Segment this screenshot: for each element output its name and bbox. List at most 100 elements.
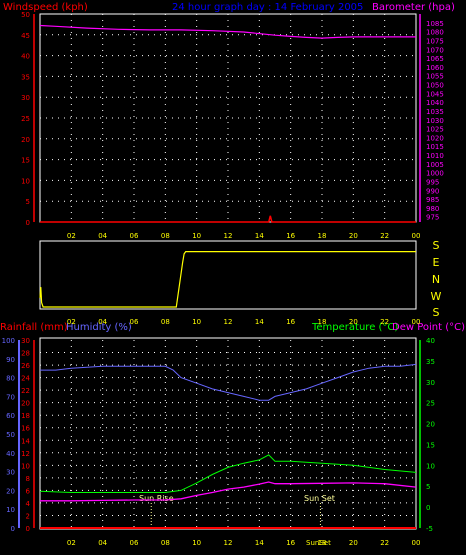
bottom-hour-tick-label: 00 xyxy=(412,539,421,547)
rainfall-axis-title: Rainfall (mm) xyxy=(0,322,68,333)
temperature-tick-label: 20 xyxy=(426,421,435,429)
direction-hour-tick-label: 16 xyxy=(286,318,295,326)
direction-label-n: N xyxy=(432,273,440,286)
humidity-tick-label: 100 xyxy=(2,337,15,345)
direction-series-line xyxy=(39,251,416,308)
barometer-tick-label: 1040 xyxy=(426,99,444,107)
direction-hour-tick-label: 06 xyxy=(130,318,139,326)
hour-tick-label: 02 xyxy=(67,232,76,240)
temperature-tick-label: 35 xyxy=(426,358,435,366)
direction-label-w: W xyxy=(431,290,442,303)
temperature-tick-label: 15 xyxy=(426,441,435,449)
hour-tick-label: 04 xyxy=(98,232,107,240)
windspeed-tick-label: 35 xyxy=(21,73,30,81)
barometer-tick-label: 1065 xyxy=(426,55,444,63)
barometer-tick-label: 1085 xyxy=(426,20,444,28)
barometer-tick-label: 1020 xyxy=(426,134,444,142)
rainfall-tick-label: 2 xyxy=(26,512,30,520)
direction-label-s-top: S xyxy=(433,239,440,252)
windspeed-tick-label: 25 xyxy=(21,115,30,123)
windspeed-tick-label: 0 xyxy=(26,219,30,227)
bottom-hour-tick-label: 02 xyxy=(67,539,76,547)
humidity-tick-label: 40 xyxy=(6,450,15,458)
temperature-tick-label: 0 xyxy=(426,504,430,512)
dewpoint-axis-title: Dew Point (°C) xyxy=(392,322,465,333)
barometer-tick-label: 1025 xyxy=(426,126,444,134)
hour-tick-label: 08 xyxy=(161,232,170,240)
barometer-tick-label: 1060 xyxy=(426,64,444,72)
top-panel-frame xyxy=(39,13,417,223)
rainfall-tick-label: 12 xyxy=(21,450,30,458)
humidity-tick-label: 60 xyxy=(6,412,15,420)
rainfall-tick-label: 0 xyxy=(26,525,30,533)
hour-tick-label: 16 xyxy=(286,232,295,240)
rainfall-tick-label: 18 xyxy=(21,412,30,420)
rainfall-tick-label: 6 xyxy=(26,487,31,495)
bottom-hour-tick-label: 14 xyxy=(255,539,264,547)
rainfall-tick-label: 24 xyxy=(21,375,30,383)
chart-title: 24 hour graph day : 14 February 2005 xyxy=(172,2,363,13)
direction-label-e: E xyxy=(433,256,440,269)
barometer-series-line xyxy=(39,24,416,39)
direction-hour-tick-label: 20 xyxy=(349,318,358,326)
rainfall-tick-label: 10 xyxy=(21,462,30,470)
bottom-hour-tick-label: 12 xyxy=(224,539,233,547)
direction-hour-tick-label: 12 xyxy=(224,318,233,326)
humidity-tick-label: 20 xyxy=(6,487,15,495)
windspeed-axis-title: Windspeed (kph) xyxy=(3,2,88,13)
rainfall-tick-label: 16 xyxy=(21,425,30,433)
barometer-tick-label: 1000 xyxy=(426,170,444,178)
direction-label-s-bottom: S xyxy=(433,306,440,319)
hour-tick-label: 22 xyxy=(380,232,389,240)
barometer-tick-label: 1080 xyxy=(426,29,444,37)
barometer-tick-label: 1015 xyxy=(426,143,444,151)
rainfall-tick-label: 4 xyxy=(26,500,31,508)
rainfall-tick-label: 26 xyxy=(21,362,30,370)
direction-hour-tick-label: 18 xyxy=(318,318,327,326)
hour-tick-label: 10 xyxy=(192,232,201,240)
direction-labels: S E N W S xyxy=(431,239,442,319)
rainfall-tick-label: 8 xyxy=(26,475,30,483)
bottom-hour-tick-label: 16 xyxy=(286,539,295,547)
barometer-tick-label: 990 xyxy=(426,187,439,195)
top-panel-grid xyxy=(40,14,416,222)
barometer-tick-label: 995 xyxy=(426,178,439,186)
hour-tick-label: 00 xyxy=(412,232,421,240)
barometer-tick-label: 1005 xyxy=(426,161,444,169)
barometer-tick-label: 1055 xyxy=(426,73,444,81)
bottom-hour-tick-label: 06 xyxy=(130,539,139,547)
temperature-tick-label: 25 xyxy=(426,400,435,408)
barometer-tick-label: 1035 xyxy=(426,108,444,116)
bottom-hour-tick-label: 20 xyxy=(349,539,358,547)
barometer-tick-label: 1030 xyxy=(426,117,444,125)
humidity-tick-label: 90 xyxy=(6,356,15,364)
barometer-tick-label: 985 xyxy=(426,196,439,204)
rainfall-tick-label: 30 xyxy=(21,337,30,345)
temperature-tick-label: 40 xyxy=(426,337,435,345)
temperature-tick-label: 10 xyxy=(426,462,435,470)
direction-hour-tick-label: 00 xyxy=(412,318,421,326)
windspeed-tick-label: 45 xyxy=(21,32,30,40)
windspeed-tick-label: 30 xyxy=(21,94,30,102)
bottom-hour-tick-label: 18 xyxy=(318,539,327,547)
windspeed-tick-label: 20 xyxy=(21,136,30,144)
hour-tick-label: 06 xyxy=(130,232,139,240)
windspeed-tick-label: 10 xyxy=(21,177,30,185)
barometer-tick-label: 975 xyxy=(426,214,439,222)
direction-hour-tick-label: 02 xyxy=(67,318,76,326)
temperature-tick-label: -5 xyxy=(426,525,433,533)
hour-tick-label: 18 xyxy=(318,232,327,240)
humidity-tick-label: 10 xyxy=(6,506,15,514)
barometer-axis-title: Barometer (hpa) xyxy=(372,2,455,13)
temperature-tick-label: 30 xyxy=(426,379,435,387)
barometer-tick-label: 1050 xyxy=(426,82,444,90)
barometer-tick-label: 1045 xyxy=(426,90,444,98)
bottom-hour-tick-label: 08 xyxy=(161,539,170,547)
bottom-hour-tick-label: 04 xyxy=(98,539,107,547)
hour-tick-label: 14 xyxy=(255,232,264,240)
hour-tick-label: 12 xyxy=(224,232,233,240)
sunset-label: Sun Set xyxy=(304,494,335,503)
direction-hour-tick-label: 08 xyxy=(161,318,170,326)
sunrise-label: Sun Rise xyxy=(139,494,174,503)
bottom-panel-grid xyxy=(40,340,416,528)
